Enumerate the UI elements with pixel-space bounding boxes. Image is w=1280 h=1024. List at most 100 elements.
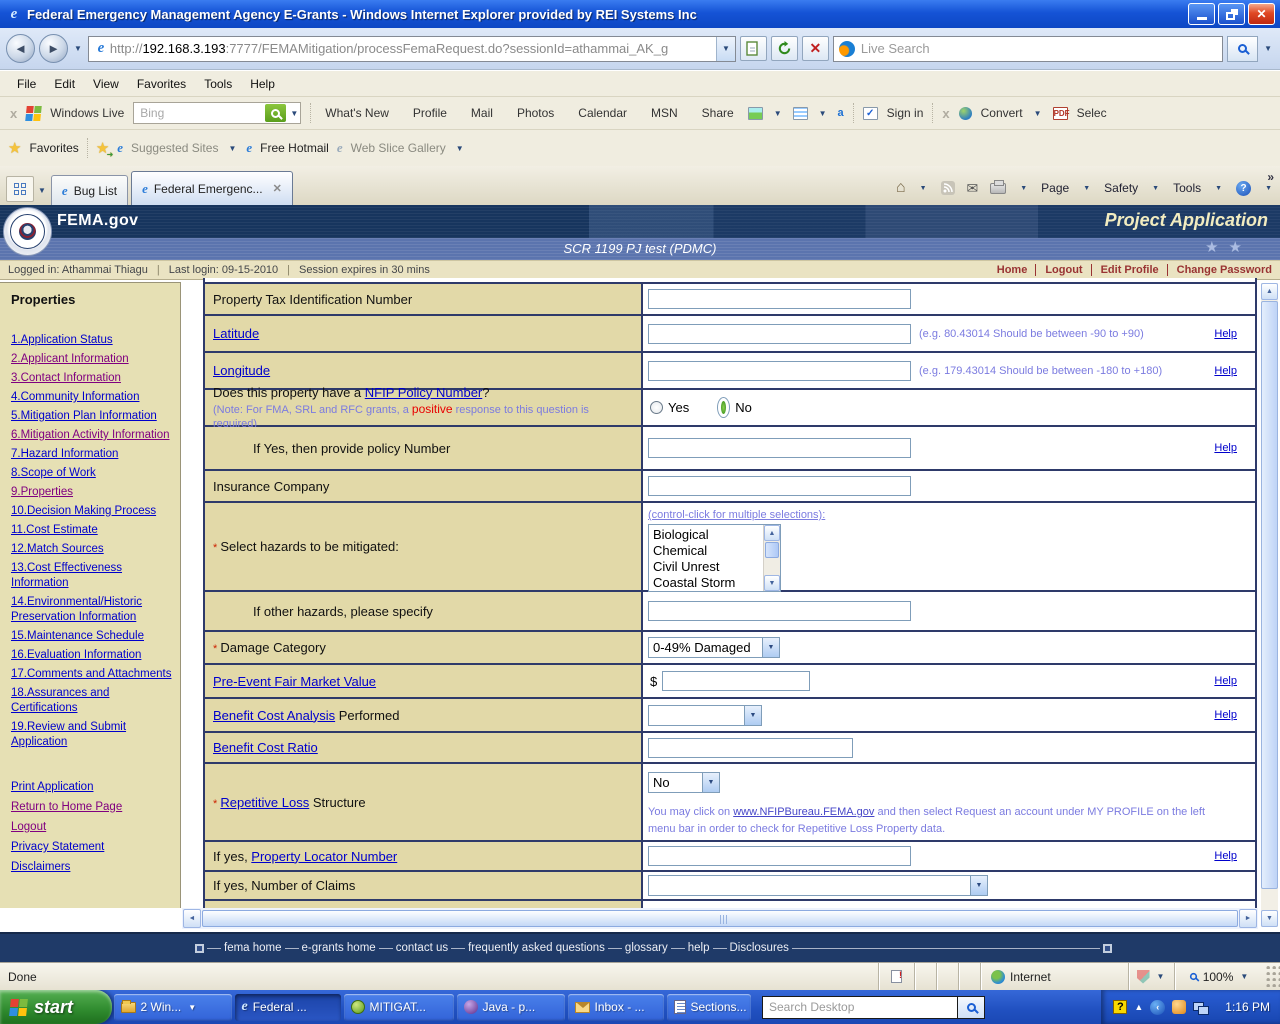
sign-in-link[interactable]: Sign in xyxy=(887,106,924,120)
sidebar-item[interactable]: 4.Community Information xyxy=(11,390,176,405)
search-button[interactable] xyxy=(1227,36,1258,62)
nfip-yes-radio[interactable] xyxy=(650,401,663,414)
photos-icon[interactable] xyxy=(748,107,763,120)
sidebar-item[interactable]: 9.Properties xyxy=(11,485,176,500)
convert-dropdown-icon[interactable]: ▼ xyxy=(1032,109,1044,118)
scroll-right-icon[interactable]: ► xyxy=(1239,909,1257,928)
hazard-option[interactable]: Biological xyxy=(653,527,763,543)
resize-grip[interactable] xyxy=(1264,963,1280,990)
sidebar-item[interactable]: 17.Comments and Attachments xyxy=(11,667,176,682)
listbox-scrollbar[interactable]: ▲ ▼ xyxy=(763,525,780,591)
minimize-button[interactable] xyxy=(1188,3,1215,25)
sidebar-item[interactable]: 16.Evaluation Information xyxy=(11,648,176,663)
footer-link[interactable]: Disclosures xyxy=(730,942,789,954)
page-dropdown-icon[interactable]: ▼ xyxy=(1081,185,1092,192)
horizontal-scrollbar[interactable]: ◄ ► xyxy=(182,908,1258,929)
quick-tabs-button[interactable] xyxy=(6,176,34,202)
safety-dropdown-icon[interactable]: ▼ xyxy=(1150,185,1161,192)
more-commands-chevron-icon[interactable]: » xyxy=(1267,170,1274,184)
help-link[interactable]: Help xyxy=(1214,709,1237,721)
taskbar-button-windows-group[interactable]: 2 Win... ▼ xyxy=(114,994,232,1021)
sidebar-item[interactable]: 1.Application Status xyxy=(11,333,176,348)
tab-list-dropdown-icon[interactable]: ▼ xyxy=(36,186,48,195)
footer-link[interactable]: glossary xyxy=(625,942,668,954)
live-toolbar-link[interactable]: Calendar xyxy=(573,106,632,120)
fmv-input[interactable] xyxy=(662,671,810,691)
bca-select[interactable]: ▼ xyxy=(648,705,762,726)
select-dropdown-icon[interactable]: ▼ xyxy=(762,638,779,657)
scrollbar-thumb[interactable] xyxy=(765,542,779,558)
nfip-bureau-link[interactable]: www.NFIPBureau.FEMA.gov xyxy=(733,806,874,818)
bing-search-dropdown-icon[interactable]: ▼ xyxy=(288,109,300,118)
scroll-down-icon[interactable]: ▼ xyxy=(1261,910,1278,927)
help-link[interactable]: Help xyxy=(1214,328,1237,340)
footer-link[interactable]: contact us xyxy=(396,942,448,954)
safety-menu[interactable]: Safety xyxy=(1104,181,1138,195)
sidebar-item[interactable]: 3.Contact Information xyxy=(11,371,176,386)
live-toolbar-link[interactable]: Profile xyxy=(408,106,452,120)
repetitive-loss-link[interactable]: Repetitive Loss xyxy=(220,795,309,810)
tab-federal-emergency[interactable]: e Federal Emergenc... ✕ xyxy=(131,171,293,205)
footer-link[interactable]: frequently asked questions xyxy=(468,942,605,954)
bca-label-link[interactable]: Benefit Cost Analysis xyxy=(213,708,335,723)
session-link[interactable]: Edit Profile xyxy=(1091,264,1159,276)
taskbar-button-ie[interactable]: e Federal ... xyxy=(235,994,341,1021)
rss-icon[interactable] xyxy=(941,181,955,195)
live-toolbar-link[interactable]: MSN xyxy=(646,106,683,120)
hazard-option[interactable]: Civil Unrest xyxy=(653,559,763,575)
sidebar-footer-item[interactable]: Privacy Statement xyxy=(11,840,176,855)
scroll-up-icon[interactable]: ▲ xyxy=(764,525,780,541)
help-link[interactable]: Help xyxy=(1214,850,1237,862)
nfip-no-radio[interactable] xyxy=(717,397,730,418)
web-slice-gallery-link[interactable]: Web Slice Gallery xyxy=(351,141,446,155)
sidebar-item[interactable]: 12.Match Sources xyxy=(11,542,176,557)
search-desktop-button[interactable] xyxy=(958,996,985,1019)
refresh-button[interactable] xyxy=(771,36,798,61)
messenger-tray-icon[interactable]: ‹ xyxy=(1150,1000,1165,1015)
taskbar-button-inbox[interactable]: Inbox - ... xyxy=(568,994,664,1021)
session-link[interactable]: Logout xyxy=(1035,264,1082,276)
suggested-sites-link[interactable]: Suggested Sites xyxy=(131,141,218,155)
network-tray-icon[interactable] xyxy=(1193,1002,1208,1013)
sidebar-item[interactable]: 18.Assurances and Certifications xyxy=(11,686,176,716)
property-locator-link[interactable]: Property Locator Number xyxy=(251,849,397,864)
help-icon[interactable]: ? xyxy=(1236,181,1251,196)
select-button[interactable]: Selec xyxy=(1077,106,1107,120)
print-icon[interactable] xyxy=(990,183,1006,194)
select-dropdown-icon[interactable]: ▼ xyxy=(970,876,987,895)
sidebar-item[interactable]: 2.Applicant Information xyxy=(11,352,176,367)
menu-item[interactable]: Tools xyxy=(195,73,241,95)
zoom-dropdown-icon[interactable]: ▼ xyxy=(1238,972,1250,981)
search-desktop-input[interactable] xyxy=(769,1000,957,1014)
bing-search-button[interactable] xyxy=(265,104,286,122)
close-button[interactable]: ✕ xyxy=(1248,3,1275,25)
java-update-tray-icon[interactable]: ? xyxy=(1113,1000,1127,1014)
favorites-button[interactable]: Favorites xyxy=(29,141,78,155)
free-hotmail-link[interactable]: Free Hotmail xyxy=(260,141,329,155)
nfip-policy-link[interactable]: NFIP Policy Number xyxy=(365,385,483,400)
sidebar-item[interactable]: 7.Hazard Information xyxy=(11,447,176,462)
forward-button[interactable]: ► xyxy=(39,34,68,63)
insurance-input[interactable] xyxy=(648,476,911,496)
photos-dropdown-icon[interactable]: ▼ xyxy=(772,109,784,118)
stop-button[interactable]: ✕ xyxy=(802,36,829,61)
scrollbar-thumb[interactable] xyxy=(1261,301,1278,889)
tools-dropdown-icon[interactable]: ▼ xyxy=(1213,185,1224,192)
session-link[interactable]: Change Password xyxy=(1167,264,1272,276)
footer-link[interactable]: fema home xyxy=(224,942,282,954)
sidebar-footer-item[interactable]: Return to Home Page xyxy=(11,800,176,815)
tax-id-input[interactable] xyxy=(648,289,911,309)
live-toolbar-link[interactable]: Share xyxy=(697,106,739,120)
hazard-option[interactable]: Coastal Storm xyxy=(653,575,763,591)
select-dropdown-icon[interactable]: ▼ xyxy=(744,706,761,725)
convert-button[interactable]: Convert xyxy=(981,106,1023,120)
hazards-listbox[interactable]: BiologicalChemicalCivil UnrestCoastal St… xyxy=(648,524,781,592)
home-icon[interactable]: ⌂ xyxy=(896,179,906,197)
feed-icon[interactable] xyxy=(793,107,808,120)
favorites-star-icon[interactable]: ★ xyxy=(8,139,21,157)
sidebar-item[interactable]: 19.Review and Submit Application xyxy=(11,720,176,750)
sidebar-item[interactable]: 8.Scope of Work xyxy=(11,466,176,481)
bing-search-input[interactable] xyxy=(140,106,265,120)
taskbar-button-mitigation[interactable]: MITIGAT... xyxy=(344,994,454,1021)
sidebar-footer-item[interactable]: Disclaimers xyxy=(11,860,176,875)
